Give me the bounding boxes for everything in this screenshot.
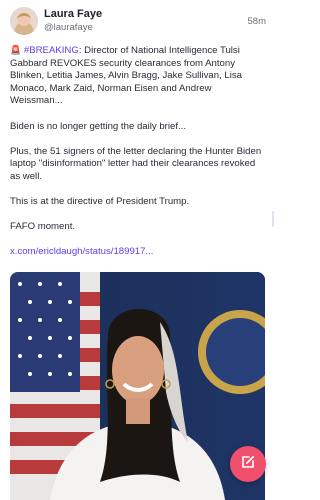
post-paragraph: Biden is no longer getting the daily bri…	[10, 120, 186, 132]
post-headline: 🚨 #BREAKING: Director of National Intell…	[10, 44, 266, 108]
siren-icon: 🚨	[10, 45, 22, 55]
post-body: 🚨 #BREAKING: Director of National Intell…	[10, 44, 266, 258]
post-paragraph: This is at the directive of President Tr…	[10, 196, 190, 208]
post-link[interactable]: x.com/ericldaugh/status/189917...	[10, 246, 266, 259]
compose-button[interactable]	[230, 446, 266, 482]
author-name[interactable]: Laura Faye	[44, 8, 102, 20]
post-header: Laura Faye @laurafaye 58m	[10, 7, 266, 37]
author-handle[interactable]: @laurafaye	[44, 22, 93, 33]
post-card: Laura Faye @laurafaye 58m 🚨 #BREAKING: D…	[0, 0, 276, 500]
hashtag-link[interactable]: #BREAKING	[24, 45, 79, 56]
post-paragraph: Plus, the 51 signers of the letter decla…	[10, 145, 262, 182]
compose-icon	[240, 454, 256, 475]
timestamp: 58m	[247, 16, 266, 27]
post-paragraph: FAFO moment.	[10, 221, 76, 233]
avatar[interactable]	[10, 7, 38, 35]
post-image[interactable]	[10, 272, 265, 500]
scrollbar-thumb[interactable]	[272, 211, 274, 227]
